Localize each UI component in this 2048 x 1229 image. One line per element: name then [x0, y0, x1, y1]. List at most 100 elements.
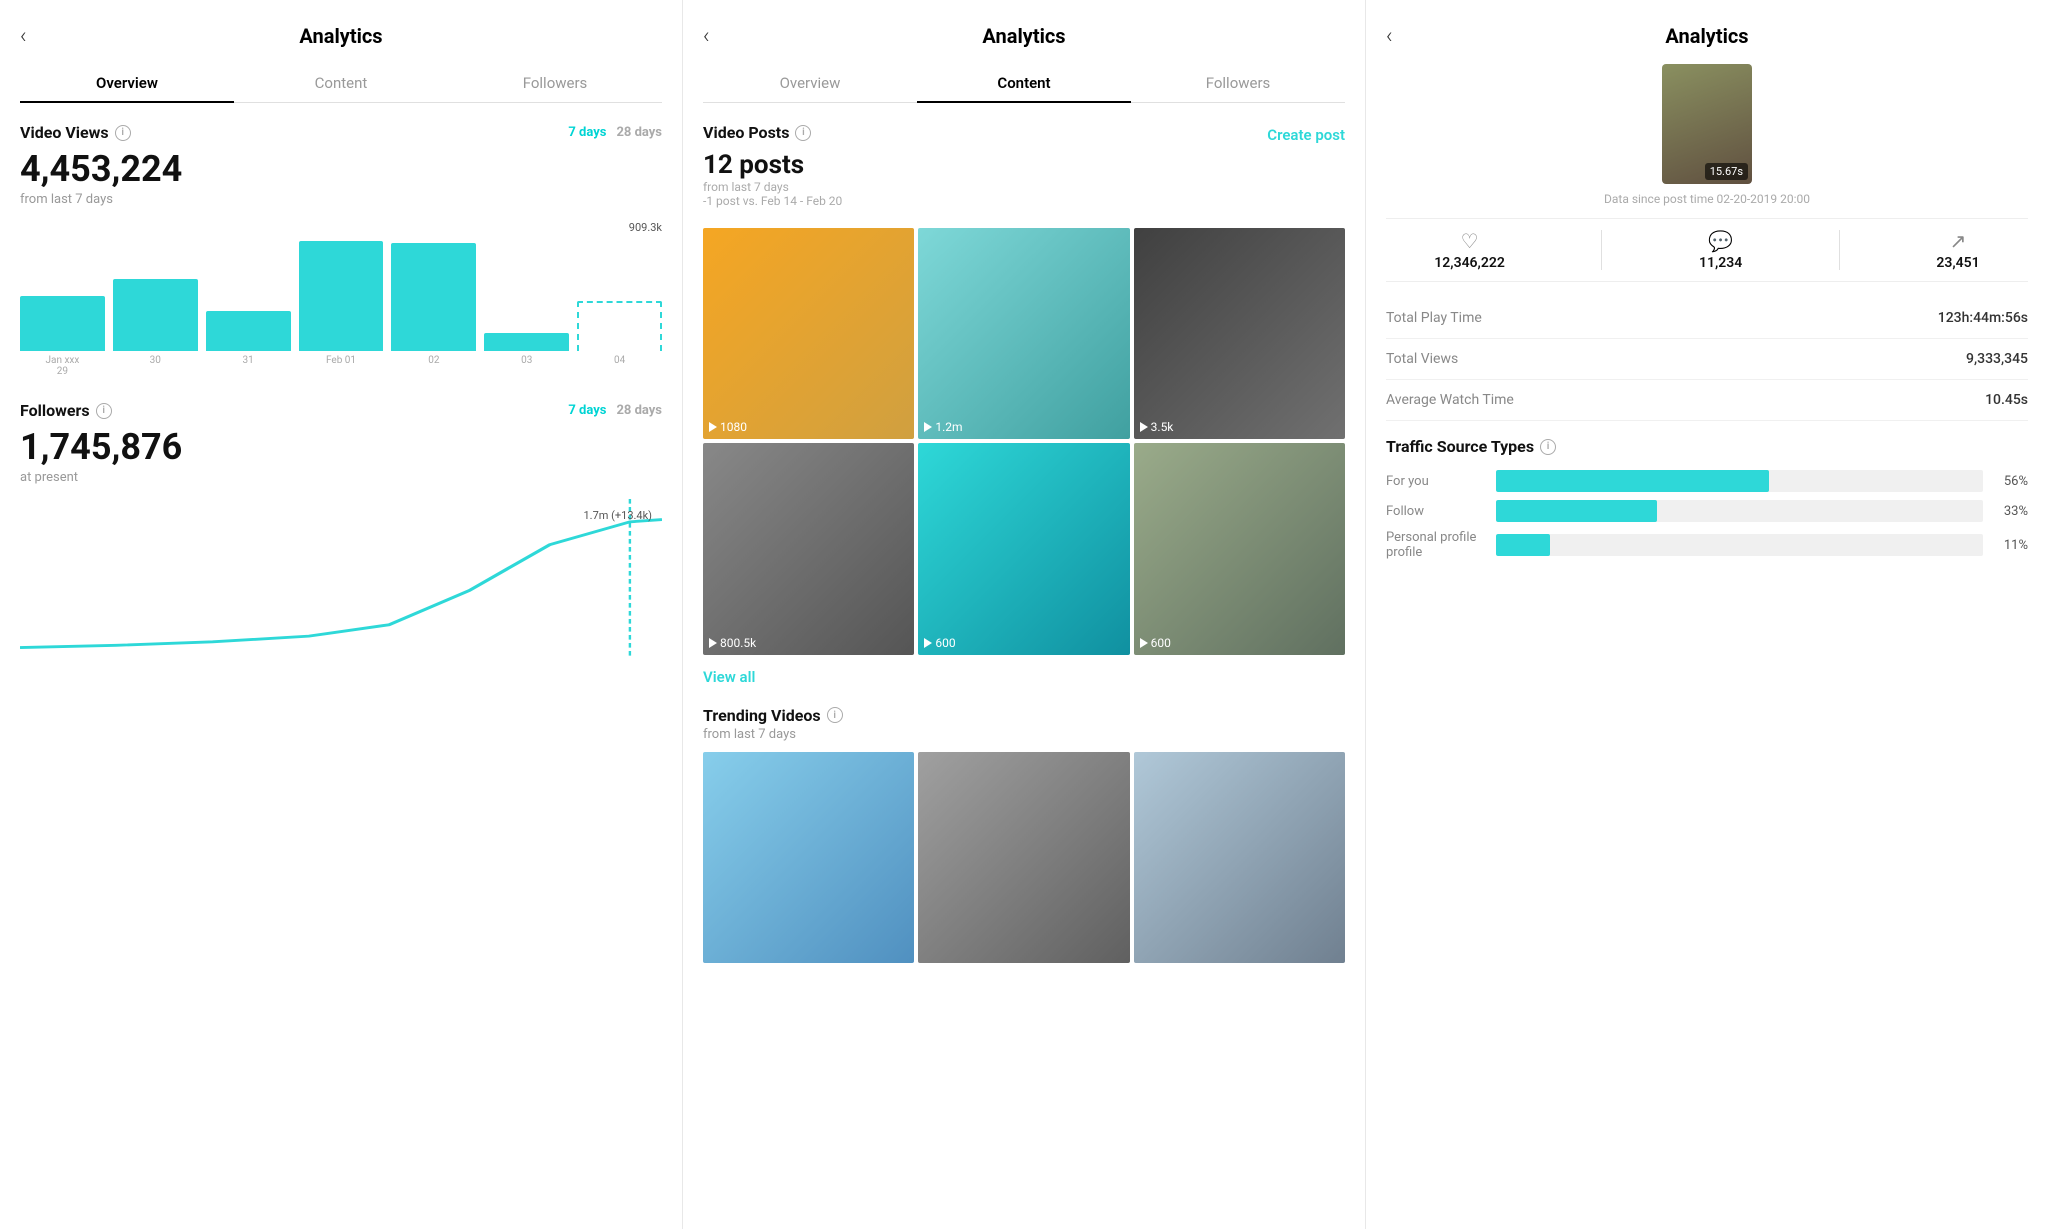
- posts-count: 12 posts: [703, 150, 1345, 180]
- traffic-pct-follow: 33%: [1993, 504, 2028, 519]
- video-views-7days-button[interactable]: 7 days: [568, 125, 606, 140]
- video-posts-header-row: Video Posts i Create post: [703, 123, 1345, 146]
- stat-shares-value: 23,451: [1936, 255, 1979, 271]
- video-count-5-label: 600: [935, 636, 955, 650]
- content-back-button[interactable]: ‹: [703, 24, 710, 49]
- video-thumb-3[interactable]: 3.5k: [1134, 228, 1345, 439]
- followers-7days-button[interactable]: 7 days: [568, 403, 606, 418]
- panel-content: ‹ Analytics Overview Content Followers V…: [683, 0, 1366, 1229]
- content-tab-content[interactable]: Content: [917, 64, 1131, 102]
- stat-comments: 💬 11,234: [1699, 229, 1742, 271]
- video-views-section-label: Video Views i 7 days 28 days: [20, 123, 662, 142]
- panel-detail: ‹ Analytics 15.67s Data since post time …: [1366, 0, 2048, 1229]
- content-header: ‹ Analytics: [703, 24, 1345, 48]
- bar-0: [20, 296, 105, 351]
- followers-28days-button[interactable]: 28 days: [616, 403, 662, 418]
- video-views-period-buttons: 7 days 28 days: [568, 125, 662, 140]
- video-count-1: 1080: [709, 420, 747, 434]
- tab-followers[interactable]: Followers: [448, 64, 662, 102]
- detail-preview-row: 15.67s: [1386, 64, 2028, 188]
- followers-info-icon[interactable]: i: [96, 403, 112, 419]
- traffic-sources-label: Traffic Source Types i: [1386, 437, 2028, 456]
- bar-label-5: 03: [484, 355, 569, 377]
- traffic-sources-label-text: Traffic Source Types: [1386, 437, 1534, 456]
- traffic-row-for-you: For you 56%: [1386, 470, 2028, 492]
- heart-icon: ♡: [1461, 229, 1479, 253]
- trending-thumb-1[interactable]: [703, 752, 914, 963]
- panel-overview: ‹ Analytics Overview Content Followers V…: [0, 0, 683, 1229]
- stat-shares: ↗ 23,451: [1936, 229, 1979, 271]
- metric-watch-time-value: 10.45s: [1985, 392, 2028, 408]
- video-thumb-5[interactable]: 600: [918, 443, 1129, 654]
- bar-axis-labels: Jan xxx29 30 31 Feb 01 02 03 04: [20, 355, 662, 377]
- video-views-chart: 909.3k Jan xxx29 30 31 Feb 01 02 03 04: [20, 221, 662, 381]
- metric-avg-watch-time: Average Watch Time 10.45s: [1386, 380, 2028, 421]
- share-icon: ↗: [1950, 229, 1967, 253]
- main-container: ‹ Analytics Overview Content Followers V…: [0, 0, 2048, 1229]
- traffic-bar-follow: [1496, 500, 1657, 522]
- bar-col-3: [299, 241, 384, 351]
- trending-videos-label: Trending Videos i: [703, 706, 1345, 725]
- content-tab-followers[interactable]: Followers: [1131, 64, 1345, 102]
- video-count-5: 600: [924, 636, 955, 650]
- stat-divider-1: [1601, 230, 1602, 270]
- followers-sublabel: at present: [20, 470, 662, 485]
- traffic-bar-wrap-follow: [1496, 500, 1983, 522]
- video-thumb-2[interactable]: 1.2m: [918, 228, 1129, 439]
- video-views-28days-button[interactable]: 28 days: [616, 125, 662, 140]
- video-posts-section: Video Posts i Create post 12 posts from …: [703, 123, 1345, 208]
- trending-thumb-2[interactable]: [918, 752, 1129, 963]
- video-posts-info-icon[interactable]: i: [795, 125, 811, 141]
- view-all-button[interactable]: View all: [703, 668, 755, 686]
- traffic-pct-for-you: 56%: [1993, 474, 2028, 489]
- video-thumb-1[interactable]: 1080: [703, 228, 914, 439]
- followers-line-chart: 1.7m (+13.4k): [20, 499, 662, 659]
- bar-col-1: [113, 279, 198, 351]
- play-icon-2: [924, 422, 932, 432]
- bar-col-5: [484, 333, 569, 351]
- video-thumb-4[interactable]: 800.5k: [703, 443, 914, 654]
- bar-chart-inner: [20, 221, 662, 351]
- posts-meta-2: -1 post vs. Feb 14 - Feb 20: [703, 194, 842, 208]
- bar-5: [484, 333, 569, 351]
- bar-col-4: [391, 243, 476, 351]
- followers-section-label: Followers i 7 days 28 days: [20, 401, 662, 420]
- stat-likes: ♡ 12,346,222: [1434, 229, 1505, 271]
- video-thumb-6[interactable]: 600: [1134, 443, 1345, 654]
- detail-back-button[interactable]: ‹: [1386, 24, 1393, 49]
- video-count-3-label: 3.5k: [1151, 420, 1174, 434]
- metric-total-views: Total Views 9,333,345: [1386, 339, 2028, 380]
- traffic-label-for-you: For you: [1386, 474, 1486, 489]
- play-icon-5: [924, 638, 932, 648]
- overview-header: ‹ Analytics: [20, 24, 662, 48]
- bar-3: [299, 241, 384, 351]
- overview-back-button[interactable]: ‹: [20, 24, 27, 49]
- traffic-info-icon[interactable]: i: [1540, 439, 1556, 455]
- line-chart-peak-label: 1.7m (+13.4k): [584, 509, 653, 522]
- stat-comments-value: 11,234: [1699, 255, 1742, 271]
- metric-total-play-time: Total Play Time 123h:44m:56s: [1386, 298, 2028, 339]
- traffic-row-follow: Follow 33%: [1386, 500, 2028, 522]
- content-tab-overview[interactable]: Overview: [703, 64, 917, 102]
- trending-info-icon[interactable]: i: [827, 707, 843, 723]
- video-count-2-label: 1.2m: [935, 420, 962, 434]
- trending-thumb-3[interactable]: [1134, 752, 1345, 963]
- stats-row: ♡ 12,346,222 💬 11,234 ↗ 23,451: [1386, 218, 2028, 282]
- video-views-value: 4,453,224: [20, 148, 662, 190]
- bar-1: [113, 279, 198, 351]
- line-chart-svg: [20, 499, 662, 659]
- metric-play-time-label: Total Play Time: [1386, 310, 1482, 326]
- bar-label-3: Feb 01: [299, 355, 384, 377]
- tab-overview[interactable]: Overview: [20, 64, 234, 102]
- traffic-label-personal-profile: Personal profile profile: [1386, 530, 1486, 560]
- video-views-info-icon[interactable]: i: [115, 125, 131, 141]
- detail-video-thumb[interactable]: 15.67s: [1662, 64, 1752, 184]
- followers-value: 1,745,876: [20, 426, 662, 468]
- bar-label-4: 02: [391, 355, 476, 377]
- play-icon-4: [709, 638, 717, 648]
- video-count-3: 3.5k: [1140, 420, 1174, 434]
- metric-play-time-value: 123h:44m:56s: [1938, 310, 2028, 326]
- create-post-button[interactable]: Create post: [1267, 126, 1345, 144]
- video-count-4: 800.5k: [709, 636, 756, 650]
- tab-content[interactable]: Content: [234, 64, 448, 102]
